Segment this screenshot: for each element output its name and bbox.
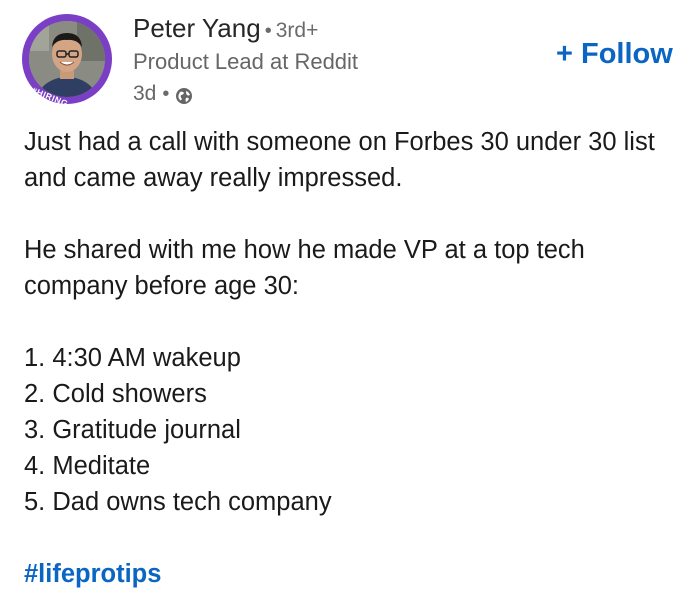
list-item: 2. Cold showers [24,380,207,408]
connection-degree: 3rd+ [275,19,319,42]
avatar[interactable]: #HIRING [22,14,112,109]
list-item: 5. Dad owns tech company [24,488,332,516]
follow-button[interactable]: + Follow [556,36,673,72]
author-headline: Product Lead at Reddit [133,49,359,74]
post-body: Just had a call with someone on Forbes 3… [24,124,684,592]
separator-dot: • [162,83,170,105]
list-item: 3. Gratitude journal [24,416,241,444]
list-item: 1. 4:30 AM wakeup [24,344,241,372]
post-header: #HIRING Peter Yang • 3rd+ Product Lead at … [0,0,700,120]
author-name[interactable]: Peter Yang [133,13,261,43]
globe-icon [175,85,193,104]
post-paragraph-1: Just had a call with someone on Forbes 3… [24,128,655,192]
tips-list: 1. 4:30 AM wakeup 2. Cold showers 3. Gra… [24,340,684,520]
profile-photo-illustration [29,21,105,97]
post-paragraph-2: He shared with me how he made VP at a to… [24,236,585,300]
post-age: 3d [133,82,157,105]
profile-photo [29,21,105,97]
separator-dot: • [264,20,272,42]
list-item: 4. Meditate [24,452,151,480]
post-meta: 3d • [133,80,193,108]
hashtag-link[interactable]: #lifeprotips [24,560,161,588]
author-name-row: Peter Yang • 3rd+ [133,12,318,49]
